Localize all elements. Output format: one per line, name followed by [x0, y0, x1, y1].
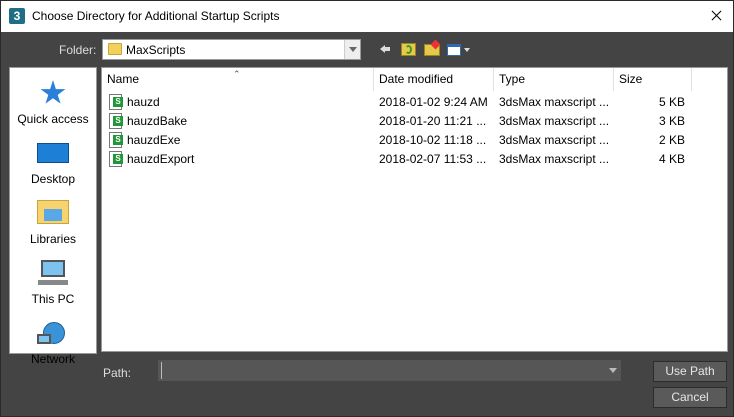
folder-label: Folder: — [59, 43, 97, 57]
chevron-down-icon[interactable] — [609, 368, 617, 373]
cancel-button[interactable]: Cancel — [653, 387, 727, 408]
libraries-icon — [37, 200, 69, 224]
new-folder-icon[interactable] — [422, 39, 441, 58]
place-label: Libraries — [29, 232, 77, 246]
title-bar: 3 Choose Directory for Additional Startu… — [1, 1, 733, 32]
file-size: 4 KB — [658, 152, 685, 166]
file-date: 2018-01-20 11:21 ... — [379, 114, 487, 128]
file-type: 3dsMax maxscript ... — [499, 114, 610, 128]
file-size: 5 KB — [658, 95, 685, 109]
column-header-size[interactable]: Size — [614, 68, 692, 91]
sort-up-icon: ⌃ — [233, 69, 241, 79]
close-button[interactable] — [701, 2, 731, 30]
column-header-date[interactable]: Date modified — [374, 68, 494, 91]
file-row[interactable]: hauzd 2018-01-02 9:24 AM 3dsMax maxscrip… — [102, 93, 727, 112]
maxscript-file-icon — [109, 113, 123, 129]
folder-dropdown[interactable]: MaxScripts — [102, 39, 361, 60]
back-arrow-icon[interactable] — [377, 40, 395, 58]
file-row[interactable]: hauzdExe 2018-10-02 11:18 ... 3dsMax max… — [102, 131, 727, 150]
star-icon — [40, 80, 66, 104]
chevron-down-icon[interactable] — [344, 40, 360, 59]
file-type: 3dsMax maxscript ... — [499, 133, 610, 147]
path-dropdown[interactable] — [158, 360, 621, 381]
place-this-pc[interactable]: This PC — [10, 252, 96, 310]
column-header-type[interactable]: Type — [494, 68, 614, 91]
file-size: 3 KB — [658, 114, 685, 128]
maxscript-file-icon — [109, 94, 123, 110]
place-label: This PC — [31, 292, 75, 306]
place-network[interactable]: Network — [10, 312, 96, 370]
file-name: hauzdExe — [127, 133, 181, 147]
folder-icon — [108, 43, 122, 55]
file-date: 2018-01-02 9:24 AM — [379, 95, 488, 109]
file-size: 2 KB — [658, 133, 685, 147]
file-type: 3dsMax maxscript ... — [499, 95, 610, 109]
file-type: 3dsMax maxscript ... — [499, 152, 610, 166]
path-label: Path: — [103, 366, 132, 380]
path-input[interactable] — [161, 362, 601, 379]
up-folder-icon[interactable] — [399, 40, 417, 58]
place-label: Quick access — [17, 112, 89, 126]
file-name: hauzdExport — [127, 152, 195, 166]
window-title: Choose Directory for Additional Startup … — [32, 9, 280, 23]
file-date: 2018-02-07 11:53 ... — [379, 152, 487, 166]
maxscript-file-icon — [109, 151, 123, 167]
view-menu-icon[interactable] — [445, 40, 471, 58]
maxscript-file-icon — [109, 132, 123, 148]
place-label: Network — [30, 352, 75, 366]
places-bar: Quick access Desktop Libraries This PC N… — [9, 67, 97, 366]
file-row[interactable]: hauzdBake 2018-01-20 11:21 ... 3dsMax ma… — [102, 112, 727, 131]
file-row[interactable]: hauzdExport 2018-02-07 11:53 ... 3dsMax … — [102, 150, 727, 169]
computer-icon — [37, 260, 69, 288]
network-icon — [37, 320, 69, 348]
use-path-button[interactable]: Use Path — [653, 361, 727, 382]
choose-directory-dialog: 3 Choose Directory for Additional Startu… — [0, 0, 734, 417]
file-name: hauzd — [127, 95, 160, 109]
file-list[interactable]: Name ⌃ Date modified Type Size hauzd 201… — [101, 67, 728, 352]
place-desktop[interactable]: Desktop — [10, 132, 96, 190]
desktop-icon — [37, 143, 69, 163]
place-label: Desktop — [30, 172, 76, 186]
column-header-name[interactable]: Name ⌃ — [102, 68, 374, 91]
file-date: 2018-10-02 11:18 ... — [379, 133, 487, 147]
folder-value: MaxScripts — [126, 43, 186, 57]
file-name: hauzdBake — [127, 114, 188, 128]
place-libraries[interactable]: Libraries — [10, 192, 96, 250]
app-icon: 3 — [9, 8, 25, 24]
place-quick-access[interactable]: Quick access — [10, 72, 96, 130]
